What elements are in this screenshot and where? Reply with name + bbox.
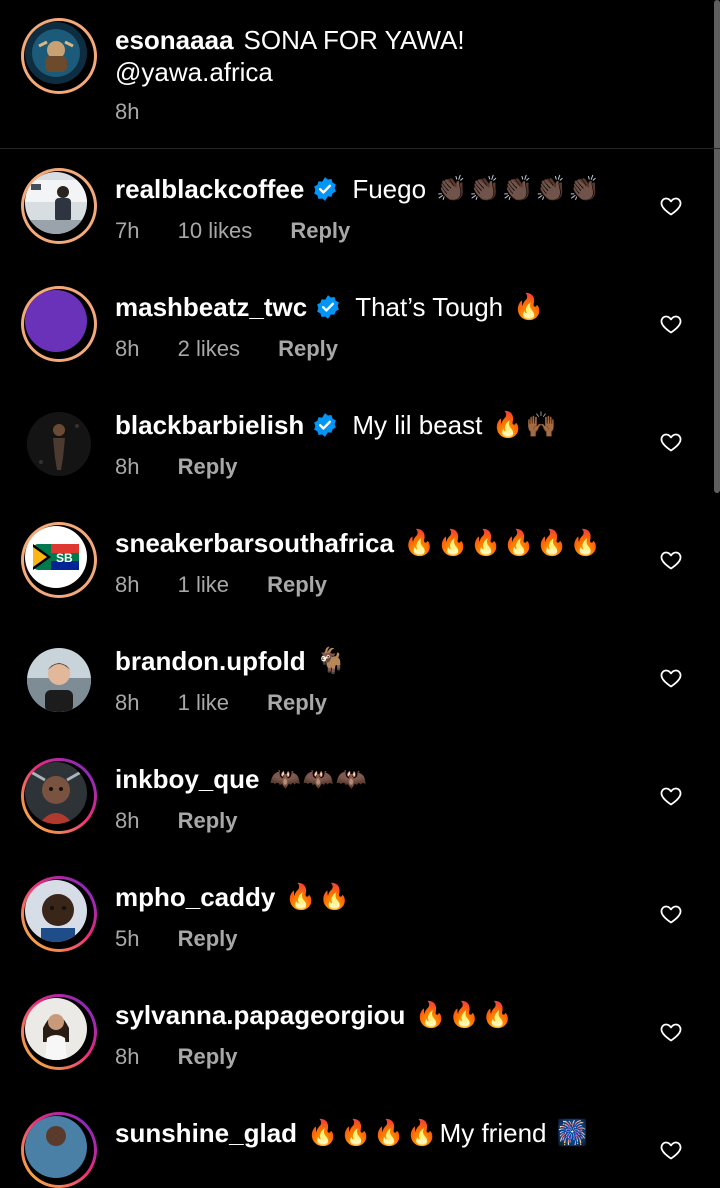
comment-text: That’s Tough xyxy=(355,292,504,322)
caption-username[interactable]: esonaaaa xyxy=(115,24,234,56)
comment-emoji: 🔥🔥 xyxy=(285,883,352,911)
caption-avatar[interactable] xyxy=(21,18,97,94)
comment-username[interactable]: mpho_caddy xyxy=(115,881,275,913)
comment-avatar[interactable] xyxy=(27,648,91,712)
verified-badge-icon xyxy=(314,177,337,201)
comment-text: My friend xyxy=(439,1118,547,1148)
comment-emoji: 🔥 xyxy=(513,293,547,321)
comment-time: 8h xyxy=(115,572,140,597)
svg-text:SB: SB xyxy=(56,551,73,565)
comment-emoji: 👏🏿👏🏿👏🏿👏🏿👏🏿 xyxy=(436,175,602,203)
caption-text: SONA FOR YAWA! xyxy=(243,25,465,55)
comment-avatar[interactable] xyxy=(21,994,97,1070)
heart-outline-icon[interactable] xyxy=(659,784,683,808)
comment-avatar[interactable] xyxy=(21,876,97,952)
post-caption: esonaaaa SONA FOR YAWA! @yawa.africa 8h xyxy=(0,0,720,149)
comment-emoji: 🔥🔥🔥🔥 xyxy=(307,1119,440,1147)
comment-username[interactable]: realblackcoffee xyxy=(115,173,304,205)
comment-time: 8h xyxy=(115,454,140,479)
comment-username[interactable]: brandon.upfold xyxy=(115,645,306,677)
comment-time: 8h xyxy=(115,808,140,833)
comment-time: 5h xyxy=(115,926,140,951)
comment-time: 7h xyxy=(115,218,140,243)
comment-text: My lil beast xyxy=(352,410,483,440)
comment-time: 8h xyxy=(115,690,140,715)
comment-username[interactable]: mashbeatz_twc xyxy=(115,291,307,323)
comment-likes[interactable]: 1 like xyxy=(178,690,229,715)
reply-button[interactable]: Reply xyxy=(290,218,350,243)
heart-outline-icon[interactable] xyxy=(659,666,683,690)
comment-emoji: 🔥🔥🔥 xyxy=(415,1001,515,1029)
reply-button[interactable]: Reply xyxy=(178,1044,238,1069)
reply-button[interactable]: Reply xyxy=(278,336,338,361)
comment-username[interactable]: sylvanna.papageorgiou xyxy=(115,999,405,1031)
heart-outline-icon[interactable] xyxy=(659,194,683,218)
comment-avatar[interactable]: SB xyxy=(21,522,97,598)
comment-time: 8h xyxy=(115,336,140,361)
comment-likes[interactable]: 10 likes xyxy=(178,218,253,243)
comment-emoji: 🦇🦇🦇 xyxy=(269,765,369,793)
reply-button[interactable]: Reply xyxy=(178,454,238,479)
heart-outline-icon[interactable] xyxy=(659,1138,683,1162)
comment-likes[interactable]: 2 likes xyxy=(178,336,240,361)
comment-emoji-after: 🎆 xyxy=(556,1119,590,1147)
heart-outline-icon[interactable] xyxy=(659,430,683,454)
caption-mention[interactable]: @yawa.africa xyxy=(115,56,273,88)
comment-avatar[interactable] xyxy=(21,1112,97,1188)
verified-badge-icon xyxy=(317,295,340,319)
heart-outline-icon[interactable] xyxy=(659,548,683,572)
comment-emoji: 🔥🔥🔥🔥🔥🔥 xyxy=(403,529,603,557)
comment-username[interactable]: blackbarbielish xyxy=(115,409,304,441)
comment-username[interactable]: inkboy_que xyxy=(115,763,259,795)
comment-username[interactable]: sneakerbarsouthafrica xyxy=(115,527,394,559)
heart-outline-icon[interactable] xyxy=(659,312,683,336)
verified-badge-icon xyxy=(314,413,337,437)
comment-emoji: 🐐 xyxy=(315,647,349,675)
heart-outline-icon[interactable] xyxy=(659,1020,683,1044)
reply-button[interactable]: Reply xyxy=(178,926,238,951)
comment-avatar[interactable] xyxy=(27,412,91,476)
comment-emoji: 🔥🙌🏾 xyxy=(492,411,559,439)
reply-button[interactable]: Reply xyxy=(267,572,327,597)
comment-username[interactable]: sunshine_glad xyxy=(115,1117,297,1149)
comment-time: 8h xyxy=(115,1044,140,1069)
reply-button[interactable]: Reply xyxy=(267,690,327,715)
caption-time: 8h xyxy=(115,99,140,124)
heart-outline-icon[interactable] xyxy=(659,902,683,926)
reply-button[interactable]: Reply xyxy=(178,808,238,833)
comment-likes[interactable]: 1 like xyxy=(178,572,229,597)
comment-avatar[interactable] xyxy=(21,286,97,362)
comment-text: Fuego xyxy=(352,174,427,204)
comment-avatar[interactable] xyxy=(21,168,97,244)
comment-avatar[interactable] xyxy=(21,758,97,834)
